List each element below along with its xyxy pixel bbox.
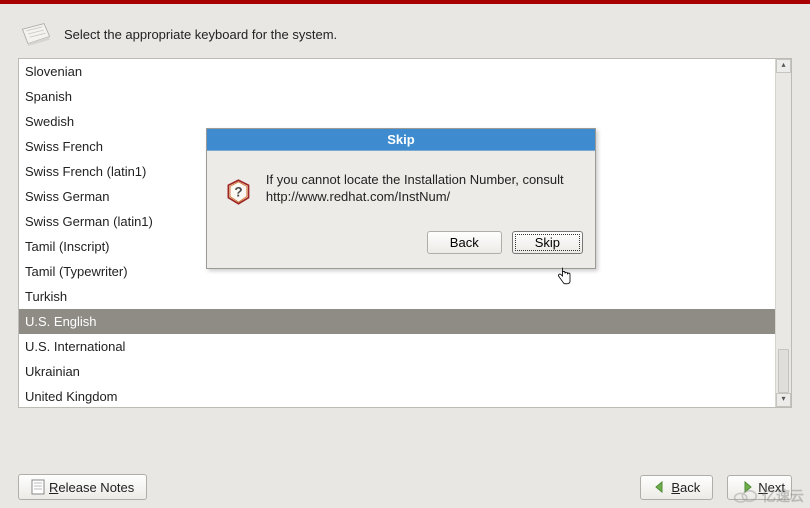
scroll-thumb[interactable] <box>778 349 789 393</box>
scrollbar[interactable]: ▴ ▾ <box>775 59 791 407</box>
scroll-down-arrow[interactable]: ▾ <box>776 393 791 407</box>
dialog-message: If you cannot locate the Installation Nu… <box>266 171 577 205</box>
list-item[interactable]: U.S. International <box>19 334 775 359</box>
back-mnemonic: B <box>671 480 680 495</box>
question-icon: ? <box>225 171 252 213</box>
release-notes-button[interactable]: Release Notes <box>18 474 147 500</box>
dialog-back-rest: ack <box>458 235 478 250</box>
list-item[interactable]: Spanish <box>19 84 775 109</box>
document-icon <box>31 479 45 495</box>
svg-text:?: ? <box>234 184 242 199</box>
dialog-body: ? If you cannot locate the Installation … <box>207 151 595 225</box>
dialog-title: Skip <box>207 129 595 151</box>
back-button[interactable]: Back <box>640 475 713 500</box>
watermark-text: 亿速云 <box>762 486 804 506</box>
footer: Release Notes Back Next <box>0 474 810 500</box>
arrow-left-icon <box>653 480 667 494</box>
dialog-back-button[interactable]: Back <box>427 231 502 254</box>
watermark: 亿速云 <box>732 486 804 506</box>
dialog-skip-rest: kip <box>543 235 560 250</box>
release-notes-rest: elease Notes <box>58 480 134 495</box>
list-item[interactable]: United Kingdom <box>19 384 775 407</box>
list-item[interactable]: Ukrainian <box>19 359 775 384</box>
release-notes-mnemonic: R <box>49 480 58 495</box>
keyboard-icon <box>20 20 52 48</box>
back-rest: ack <box>680 480 700 495</box>
scroll-up-arrow[interactable]: ▴ <box>776 59 791 73</box>
dialog-buttons: Back Skip <box>207 225 595 268</box>
header: Select the appropriate keyboard for the … <box>0 4 810 58</box>
header-text: Select the appropriate keyboard for the … <box>64 27 337 42</box>
dialog-skip-button[interactable]: Skip <box>512 231 583 254</box>
list-item[interactable]: Turkish <box>19 284 775 309</box>
skip-dialog: Skip ? If you cannot locate the Installa… <box>206 128 596 269</box>
list-item[interactable]: U.S. English <box>19 309 775 334</box>
list-item[interactable]: Slovenian <box>19 59 775 84</box>
